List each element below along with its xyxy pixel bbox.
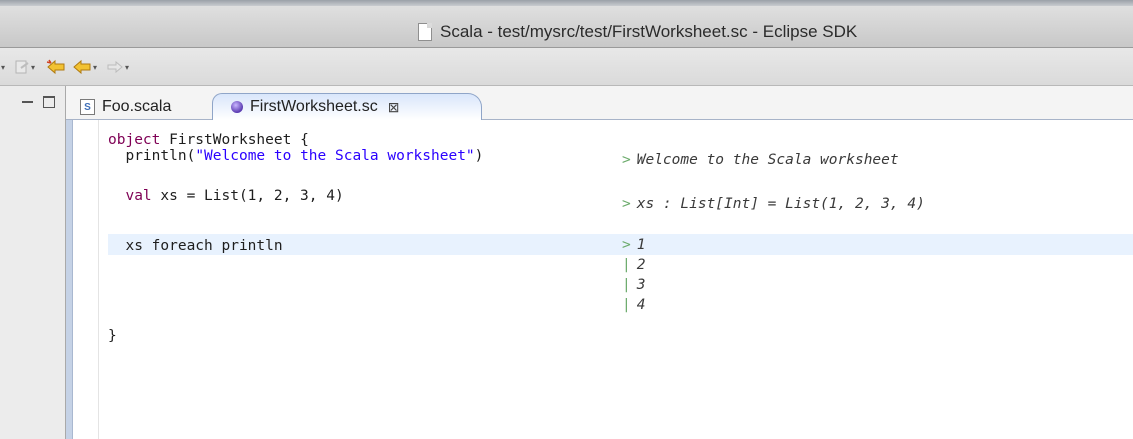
string-literal: "Welcome to the Scala worksheet" — [195, 148, 475, 164]
last-edit-icon — [46, 59, 65, 75]
keyword-object: object — [108, 132, 161, 148]
tab-foo-scala[interactable]: S Foo.scala — [76, 94, 171, 120]
output-marker: > — [622, 152, 631, 168]
output-text: xs : List[Int] = List(1, 2, 3, 4) — [636, 196, 925, 212]
code-line-3: val xs = List(1, 2, 3, 4) — [108, 188, 344, 204]
output-marker: | — [622, 257, 631, 273]
output-text: 4 — [636, 297, 646, 313]
view-controls — [22, 96, 55, 108]
code-line-2: println("Welcome to the Scala worksheet"… — [108, 148, 483, 164]
annotation-nav-button[interactable]: ▾ — [14, 58, 35, 76]
worksheet-editor[interactable]: object FirstWorksheet { println("Welcome… — [66, 120, 1133, 439]
minimize-icon[interactable] — [22, 101, 33, 103]
code-text: println( — [108, 148, 196, 164]
code-line-5: } — [108, 328, 117, 344]
chevron-down-icon: ▾ — [1, 62, 6, 72]
worksheet-output-4: | 2 — [622, 257, 645, 273]
output-text: 1 — [636, 237, 646, 253]
chevron-down-icon: ▾ — [31, 62, 36, 72]
worksheet-output-1: > Welcome to the Scala worksheet — [622, 152, 899, 168]
worksheet-output-2: > xs : List[Int] = List(1, 2, 3, 4) — [622, 196, 925, 212]
tab-label: Foo.scala — [102, 98, 172, 115]
window-title-wrap: Scala - test/mysrc/test/FirstWorksheet.s… — [418, 20, 857, 44]
tab-firstworksheet[interactable]: FirstWorksheet.sc ⊠ — [212, 93, 482, 120]
forward-arrow-icon — [107, 60, 123, 74]
worksheet-icon — [231, 101, 243, 113]
code-text: FirstWorksheet { — [160, 132, 309, 148]
output-marker: > — [622, 196, 631, 212]
chevron-down-icon: ▾ — [125, 62, 130, 72]
worksheet-output-5: | 3 — [622, 277, 645, 293]
code-text: } — [108, 328, 117, 344]
chevron-down-icon: ▾ — [93, 62, 98, 72]
back-button[interactable]: ▾ — [72, 58, 97, 76]
code-text: ) — [474, 148, 484, 164]
editor-gutter — [74, 120, 99, 439]
toolbar-dropdown-left[interactable]: ▾ — [0, 58, 5, 76]
worksheet-output-6: | 4 — [622, 297, 645, 313]
close-tab-icon[interactable]: ⊠ — [388, 99, 400, 116]
editor-tab-bar: S Foo.scala FirstWorksheet.sc ⊠ — [66, 86, 1133, 120]
code-area[interactable]: object FirstWorksheet { println("Welcome… — [108, 132, 483, 344]
forward-button[interactable]: ▾ — [106, 58, 129, 76]
window-title: Scala - test/mysrc/test/FirstWorksheet.s… — [440, 22, 858, 41]
document-icon — [418, 23, 432, 41]
last-edit-location-button[interactable] — [46, 58, 66, 76]
tab-label: FirstWorksheet.sc — [250, 98, 378, 115]
left-view-panel — [0, 86, 66, 439]
code-line-4: xs foreach println — [108, 238, 283, 254]
title-bar: Scala - test/mysrc/test/FirstWorksheet.s… — [0, 0, 1133, 48]
annotation-icon — [15, 60, 29, 74]
output-text: Welcome to the Scala worksheet — [636, 152, 899, 168]
back-arrow-icon — [73, 59, 91, 75]
scala-file-icon: S — [80, 99, 95, 115]
maximize-icon[interactable] — [43, 96, 55, 108]
code-line-1: object FirstWorksheet { — [108, 132, 309, 148]
keyword-val: val — [108, 188, 152, 204]
code-text: xs foreach println — [108, 238, 283, 254]
window-frame-top — [0, 0, 1133, 6]
toolbar: ▾ ▾ ▾ ▾ — [0, 48, 1133, 86]
code-text: xs = List(1, 2, 3, 4) — [151, 188, 344, 204]
editor-left-ruler — [66, 120, 73, 439]
output-text: 2 — [636, 257, 646, 273]
worksheet-output-3: >1 — [622, 237, 645, 253]
output-marker: > — [622, 237, 631, 253]
output-text: 3 — [636, 277, 646, 293]
output-marker: | — [622, 277, 631, 293]
output-marker: | — [622, 297, 631, 313]
